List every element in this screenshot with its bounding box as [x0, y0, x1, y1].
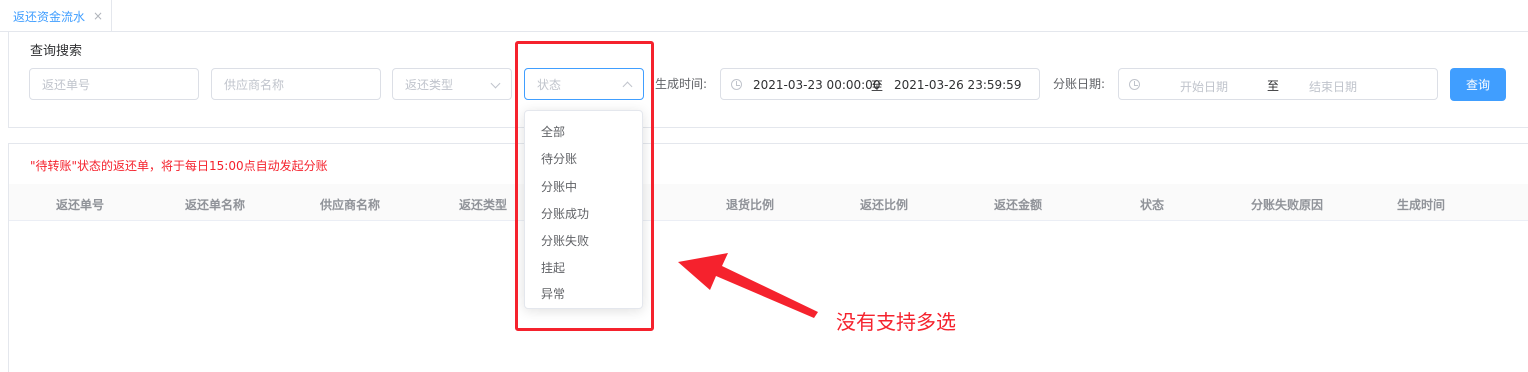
created-time-label: 生成时间: [655, 77, 708, 91]
col-refund-ratio: 返还比例 [860, 198, 909, 212]
created-time-range[interactable]: 2021-03-23 00:00:00 至 2021-03-26 23:59:5… [720, 68, 1040, 100]
clock-icon [731, 79, 742, 90]
close-icon[interactable]: × [93, 9, 103, 23]
refund-no-placeholder: 返还单号 [42, 77, 91, 92]
refund-no-input[interactable]: 返还单号 [29, 68, 199, 100]
supplier-name-placeholder: 供应商名称 [224, 77, 285, 92]
col-split-fail-reason: 分账失败原因 [1251, 198, 1324, 212]
tab-refund-flow[interactable]: 返还资金流水 × [0, 0, 112, 32]
col-supplier-name: 供应商名称 [320, 198, 381, 212]
col-refund-no: 返还单号 [56, 198, 105, 212]
chevron-down-icon [490, 78, 501, 89]
col-return-ratio: 退货比例 [726, 198, 775, 212]
split-range-separator: 至 [1267, 79, 1280, 93]
table-header: 返还单号 返还单名称 供应商名称 返还类型 退货比例 返还比例 返还金额 状态 … [9, 184, 1528, 221]
col-refund-amount: 返还金额 [994, 198, 1043, 212]
refund-type-placeholder: 返还类型 [405, 77, 454, 92]
clock-icon [1129, 79, 1140, 90]
split-date-label: 分账日期: [1053, 77, 1106, 91]
col-created-time: 生成时间 [1397, 198, 1446, 212]
created-range-separator: 至 [871, 79, 884, 93]
auto-split-notice: "待转账"状态的返还单，将于每日15:00点自动发起分账 [30, 159, 328, 173]
created-end-value[interactable]: 2021-03-26 23:59:59 [894, 78, 1021, 92]
split-date-range[interactable]: 开始日期 至 结束日期 [1118, 68, 1438, 100]
annotation-text: 没有支持多选 [836, 310, 956, 334]
col-status: 状态 [1140, 198, 1165, 212]
split-end-placeholder[interactable]: 结束日期 [1309, 78, 1357, 95]
supplier-name-input[interactable]: 供应商名称 [211, 68, 381, 100]
created-start-value[interactable]: 2021-03-23 00:00:00 [753, 78, 880, 92]
tab-bar: 返还资金流水 × [0, 0, 1528, 32]
search-button[interactable]: 查询 [1450, 68, 1506, 101]
annotation-box [515, 41, 654, 331]
query-title: 查询搜索 [30, 44, 83, 59]
annotation-arrow-icon [678, 253, 818, 318]
tab-label: 返还资金流水 [13, 9, 86, 24]
col-refund-name: 返还单名称 [185, 198, 246, 212]
split-start-placeholder[interactable]: 开始日期 [1180, 78, 1228, 95]
refund-type-select[interactable]: 返还类型 [392, 68, 512, 100]
col-refund-type: 返还类型 [459, 198, 508, 212]
